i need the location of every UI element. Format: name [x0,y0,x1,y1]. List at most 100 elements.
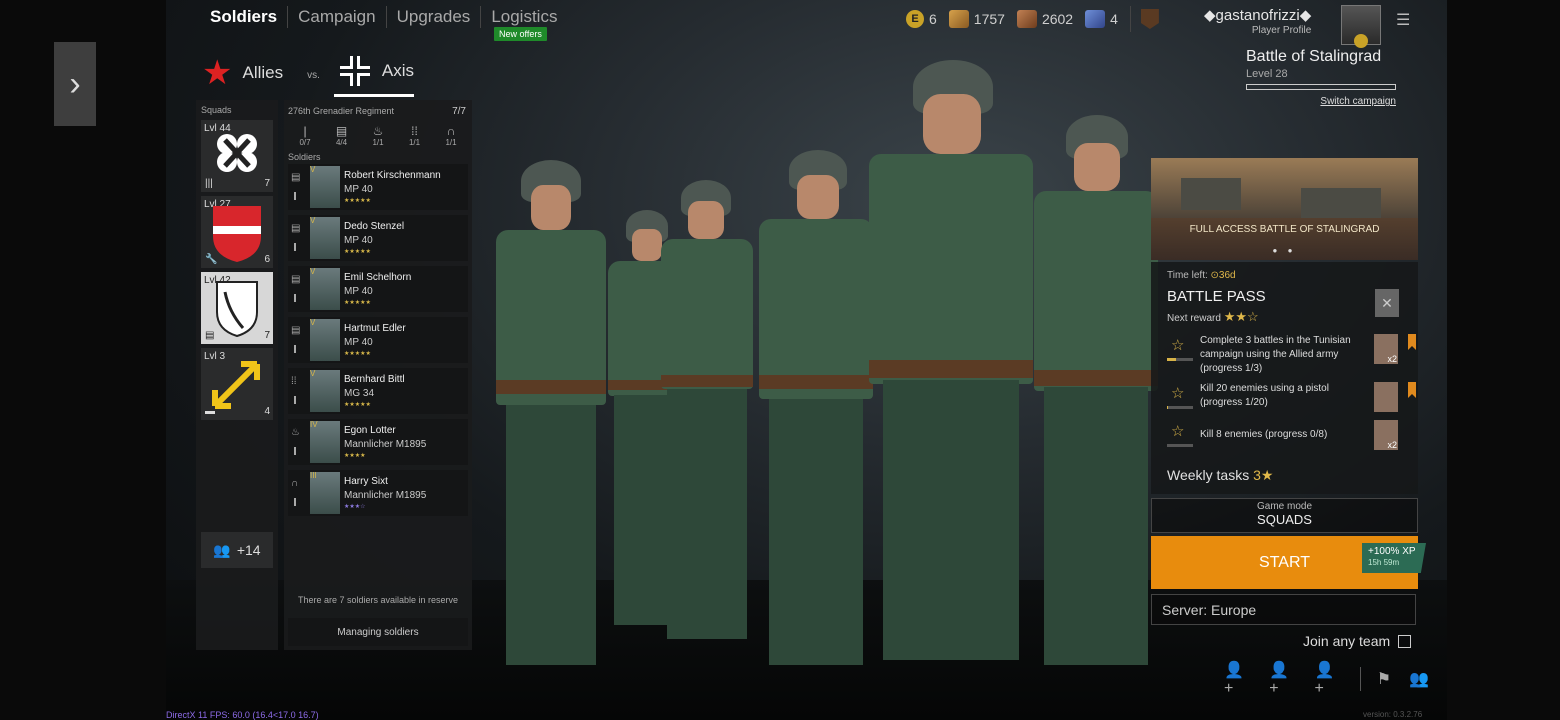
squad-card[interactable]: Lvl 44 ||| 7 [201,120,273,192]
tab-soldiers[interactable]: Soldiers [200,4,287,30]
slot-machine-gunner[interactable]: ⁞⁞ 1/1 [398,124,432,147]
task-reward-icon: x2 [1374,334,1398,364]
faction-axis[interactable]: Axis [333,54,415,97]
switch-campaign-link[interactable]: Switch campaign [1246,96,1396,107]
slot-radio-operator[interactable]: ∩ 1/1 [434,124,468,147]
more-squads-button[interactable]: 👥 +14 [201,532,273,568]
soldier-weapon: MP 40 [344,184,373,195]
version-label: version: 0.3.2.76 [1363,710,1423,719]
drag-handle-icon[interactable] [294,345,296,353]
promo-banner[interactable]: FULL ACCESS BATTLE OF STALINGRAD ● ● [1151,158,1418,260]
menu-icon[interactable]: ☰ [1396,10,1410,30]
drag-handle-icon[interactable] [294,294,296,302]
currency-value: 1757 [973,11,1005,27]
player-profile[interactable]: ◆gastanofrizzi◆ Player Profile [1204,6,1311,36]
soldier-row[interactable]: ♨ IV Egon Lotter Mannlicher M1895 ★★★★ [288,419,468,465]
squad-card[interactable]: Lvl 27 🔧 6 [201,196,273,268]
tab-upgrades[interactable]: Upgrades [387,4,481,30]
drag-handle-icon[interactable] [294,447,296,455]
soldier-row[interactable]: ▤ V Dedo Stenzel MP 40 ★★★★★ [288,215,468,261]
xp-boost-badge[interactable]: +100% XP 15h 59m [1362,543,1426,573]
task-item[interactable]: ☆ Complete 3 battles in the Tunisian cam… [1167,334,1417,374]
bookmark-icon[interactable] [1408,334,1416,350]
assault-class-icon: ▤ [291,274,301,285]
ammo-icon: ⁞⁞ [411,124,418,138]
drag-handle-icon[interactable] [294,192,296,200]
squad-card-selected[interactable]: Lvl 42 ▤ 7 [201,272,273,344]
squads-header: Squads [201,105,232,115]
currency-enlisted-coins[interactable]: E 6 [906,10,937,28]
drag-handle-icon[interactable] [294,498,296,506]
currency-bar: E 6 1757 2602 4 [906,6,1167,32]
soldier-weapon: MP 40 [344,286,373,297]
slot-count: 0/7 [299,138,311,147]
task-star-icon: ☆ [1171,385,1185,402]
slot-count: 1/1 [408,138,421,147]
join-any-team-checkbox[interactable] [1398,634,1412,648]
squad-size: 4 [264,406,270,417]
avatar[interactable] [1341,5,1381,48]
soldier-figure [1026,115,1166,665]
medal-icon [1354,34,1368,48]
expand-panel-button[interactable]: › [54,42,96,126]
soldier-rank: V [310,267,316,276]
slot-rifleman[interactable]: | 0/7 [288,124,322,147]
slot-flamethrower[interactable]: ♨ 1/1 [361,124,395,147]
currency-gold-orders[interactable]: 1757 [948,10,1005,28]
task-text: Complete 3 battles in the Tunisian campa… [1200,335,1351,374]
add-friend-icon[interactable]: 👤+ [1224,660,1251,698]
next-reward: Next reward ★★☆ [1167,309,1259,325]
add-member-icon[interactable]: 👤+ [1315,660,1342,698]
slot-count: 4/4 [335,138,348,147]
weekly-tasks[interactable]: Weekly tasks 3★ [1167,467,1273,484]
task-item[interactable]: ☆ Kill 20 enemies using a pistol (progre… [1167,382,1417,412]
soldier-row[interactable]: ⁞⁞ V Bernhard Bittl MG 34 ★★★★★ [288,368,468,414]
bookmark-icon[interactable] [1408,382,1416,398]
drag-handle-icon[interactable] [294,243,296,251]
blue-orders-icon [1085,10,1106,28]
soldier-row[interactable]: ▤ V Robert Kirschenmann MP 40 ★★★★★ [288,164,468,210]
group-icon: 👥 [213,541,231,558]
battle-pass-panel[interactable]: Time left: ⊙36d BATTLE PASS Next reward … [1151,262,1418,494]
currency-value: 6 [929,11,937,27]
carousel-dots[interactable]: ● ● [1151,246,1418,255]
drag-handle-icon[interactable] [294,396,296,404]
join-any-team[interactable]: Join any team [1303,633,1412,649]
assault-class-icon: ▤ [205,330,215,341]
divider [1359,667,1361,691]
soldier-row[interactable]: ▤ V Emil Schelhorn MP 40 ★★★★★ [288,266,468,312]
assault-class-icon: ▤ [291,223,301,234]
soldier-row[interactable]: ▤ V Hartmut Edler MP 40 ★★★★★ [288,317,468,363]
flame-icon: ♨ [372,124,384,138]
slot-assault[interactable]: ▤ 4/4 [325,124,359,147]
soldier-row[interactable]: ∩ III Harry Sixt Mannlicher M1895 ★★★☆ [288,470,468,516]
invite-player-icon[interactable]: 👤+ [1269,660,1296,698]
rank-badge-icon[interactable] [1140,9,1159,29]
flag-icon[interactable]: ⚑ [1377,669,1391,689]
currency-blue-orders[interactable]: 4 [1085,10,1118,28]
tab-campaign[interactable]: Campaign [288,4,386,30]
slot-count: 1/1 [372,138,384,147]
reserve-info: There are 7 soldiers available in reserv… [297,595,459,605]
next-reward-label: Next reward [1167,313,1221,324]
vs-label: vs. [307,70,320,81]
new-offers-badge[interactable]: New offers [494,27,547,41]
faction-allies[interactable]: ★ Allies [202,56,283,96]
campaign-title: Battle of Stalingrad [1246,48,1382,65]
time-left-value: 36d [1218,270,1236,281]
task-progress-bar [1167,406,1193,409]
managing-soldiers-button[interactable]: Managing soldiers [288,618,468,646]
currency-bronze-orders[interactable]: 2602 [1016,10,1073,28]
soldier-weapon: MP 40 [344,235,373,246]
faction-label: Axis [381,61,415,80]
squad-size: 7 [264,330,270,341]
time-left-label: Time left: [1167,270,1208,281]
group-icon[interactable]: 👥 [1409,669,1429,689]
server-selector[interactable]: Server: Europe [1151,594,1416,625]
task-item[interactable]: ☆ Kill 8 enemies (progress 0/8) x2 [1167,420,1417,450]
currency-value: 4 [1110,11,1118,27]
reward-item-icon[interactable]: ✕ [1375,289,1399,317]
weekly-tasks-count: 3★ [1253,467,1274,483]
game-mode-selector[interactable]: Game mode SQUADS [1151,498,1418,533]
squad-card[interactable]: Lvl 3 ▬ 4 [201,348,273,420]
